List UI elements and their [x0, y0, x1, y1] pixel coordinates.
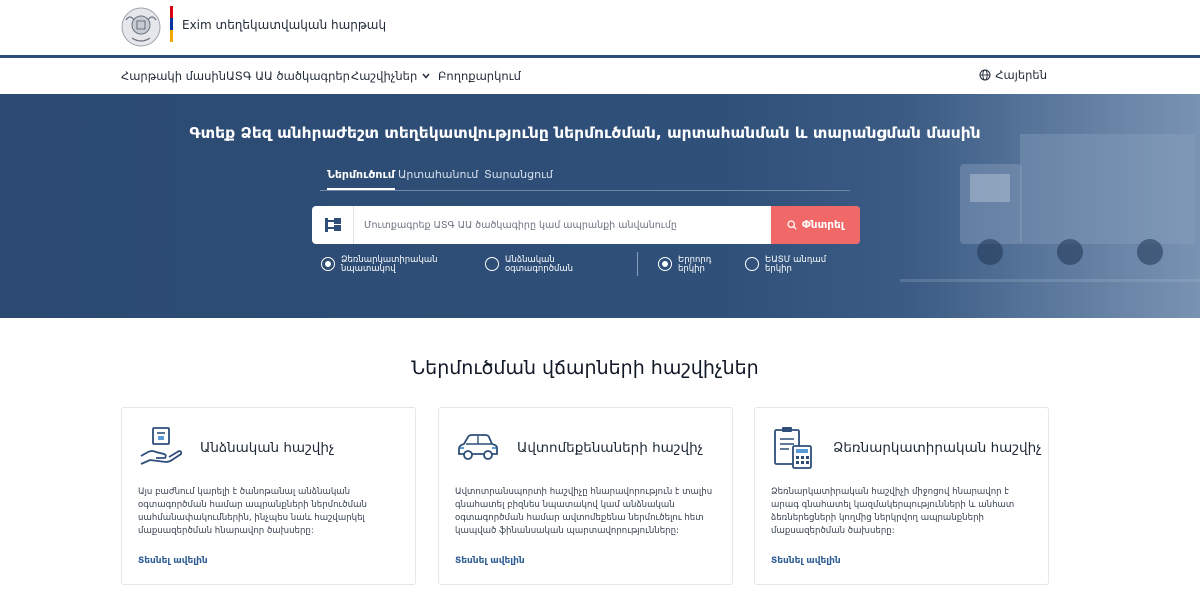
radio-divider — [637, 252, 638, 276]
tab-export[interactable]: Արտահանում — [398, 168, 478, 181]
radio-circle — [321, 257, 335, 271]
see-more-link[interactable]: Տեսնել ավելին — [455, 556, 525, 566]
code-tree-button[interactable] — [312, 206, 354, 244]
nav-item-about[interactable]: Հարթակի մասին — [121, 69, 226, 83]
card-description: Ձեռնարկատիրական հաշվիչի միջոցով հնարավոր… — [771, 487, 1015, 536]
card-personal-calculator[interactable]: Անձնական հաշվիչ Այս բաժնում կարելի է ծան… — [121, 407, 416, 585]
radio-circle — [745, 257, 759, 271]
radio-circle — [658, 257, 672, 271]
main-nav: Հարթակի մասին ԱՏԳ ԱԱ ծածկագրեր Հաշվիչներ… — [0, 58, 1200, 94]
globe-icon — [979, 69, 991, 81]
card-title: Ձեռնարկատիրական հաշվիչ — [833, 440, 1042, 456]
radio-label: Ձեռնարկատիրական նպատակով — [341, 255, 438, 274]
language-label: Հայերեն — [995, 68, 1047, 82]
nav-item-codes[interactable]: ԱՏԳ ԱԱ ծածկագրեր — [226, 69, 350, 83]
nav-item-appeal[interactable]: Բողոքարկում — [438, 69, 521, 83]
search-button-label: Փնտրել — [801, 219, 845, 231]
section-title: Ներմուծման վճարների հաշվիչներ — [411, 357, 759, 379]
card-title: Ավտոմեքենաների հաշվիչ — [517, 440, 704, 456]
radio-eaeu-country[interactable]: ԵԱՏՄ անդամ երկիր — [745, 256, 835, 274]
language-selector[interactable]: Հայերեն — [979, 68, 1047, 82]
chevron-down-icon — [422, 73, 430, 79]
nav-item-calculators-label: Հաշվիչներ — [351, 69, 418, 83]
search-icon — [787, 220, 797, 230]
card-car-calculator[interactable]: Ավտոմեքենաների հաշվիչ Ավտոտրանսպորտի հաշ… — [438, 407, 733, 585]
hero-banner: Գտեք Ձեզ անհրաժեշտ տեղեկատվությունը ներմ… — [0, 94, 1200, 318]
radio-label: ԵԱՏՄ անդամ երկիր — [765, 255, 827, 274]
site-header: Exim տեղեկատվական հարթակ — [0, 0, 1200, 55]
card-description: Այս բաժնում կարելի է ծանոթանալ անձնական … — [138, 487, 367, 536]
clipboard-calculator-icon — [774, 427, 812, 469]
search-button[interactable]: Փնտրել — [771, 206, 860, 244]
radio-personal-use[interactable]: Անձնական օգտագործման — [485, 256, 585, 274]
flag-stripe — [170, 6, 173, 42]
radio-business-purpose[interactable]: Ձեռնարկատիրական նպատակով — [321, 256, 441, 274]
coat-of-arms-logo[interactable] — [120, 6, 162, 48]
hero-title: Գտեք Ձեզ անհրաժեշտ տեղեկատվությունը ներմ… — [189, 124, 981, 142]
hand-box-icon — [140, 427, 183, 465]
card-description: Ավտոտրանսպորտի հաշվիչը հնարավորություն է… — [455, 487, 713, 536]
card-business-calculator[interactable]: Ձեռնարկատիրական հաշվիչ Ձեռնարկատիրական հ… — [754, 407, 1049, 585]
site-title[interactable]: Exim տեղեկատվական հարթակ — [182, 18, 386, 32]
radio-label: Անձնական օգտագործման — [505, 255, 574, 274]
see-more-link[interactable]: Տեսնել ավելին — [771, 556, 841, 566]
see-more-link[interactable]: Տեսնել ավելին — [138, 556, 208, 566]
tab-import[interactable]: Ներմուծում — [327, 168, 395, 190]
card-title: Անձնական հաշվիչ — [200, 440, 335, 456]
hierarchy-icon — [324, 218, 341, 232]
radio-third-country[interactable]: Երրորդ երկիր — [658, 256, 728, 274]
radio-label: Երրորդ երկիր — [678, 255, 712, 274]
search-input[interactable] — [364, 206, 764, 244]
car-icon — [458, 434, 498, 460]
nav-item-calculators[interactable]: Հաշվիչներ — [351, 69, 430, 83]
radio-circle — [485, 257, 499, 271]
tab-transit[interactable]: Տարանցում — [484, 168, 553, 181]
search-bar: Փնտրել — [312, 206, 860, 244]
direction-tabs: Ներմուծում Արտահանում Տարանցում — [320, 166, 850, 191]
